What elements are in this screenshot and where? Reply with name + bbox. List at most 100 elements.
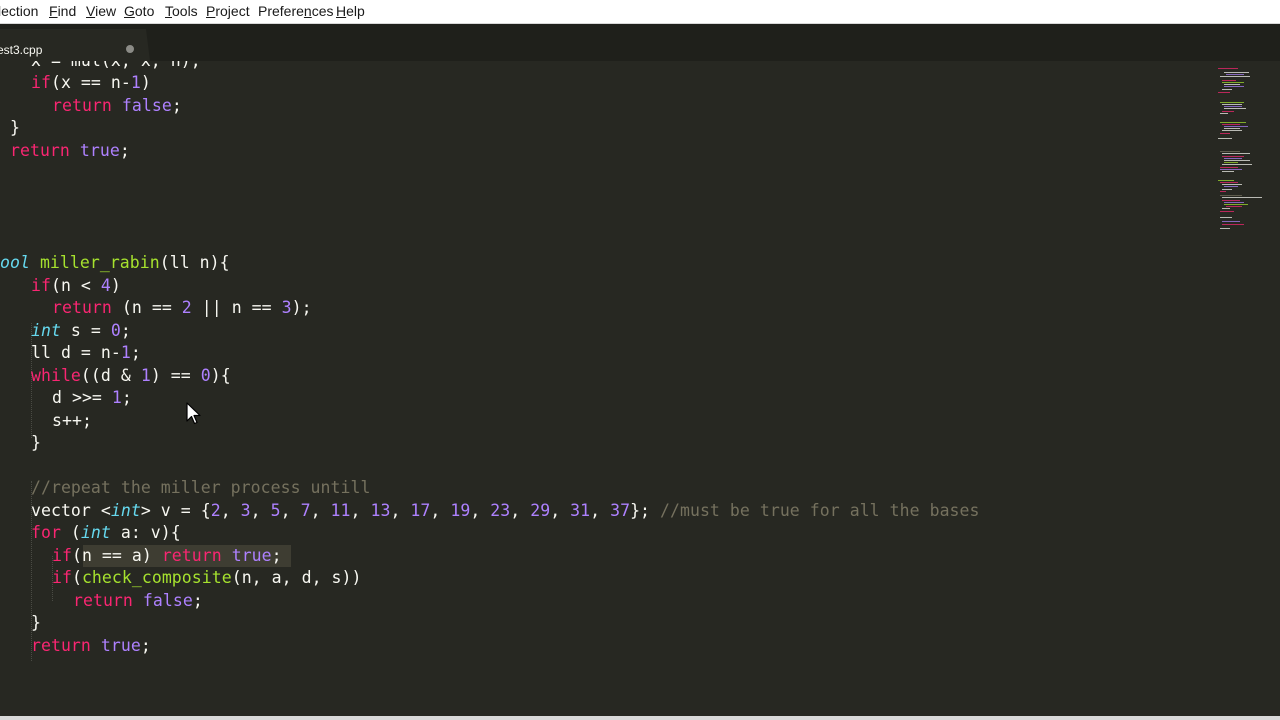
code-line[interactable]: return true; (10, 140, 130, 162)
code-line[interactable]: x = mul(x, x, n); (31, 61, 201, 72)
code-line[interactable]: for (int a: v){ (31, 522, 181, 544)
code-token: for (31, 523, 61, 542)
code-line[interactable]: vector <int> v = {2, 3, 5, 7, 11, 13, 17… (31, 500, 980, 522)
minimap-line (1224, 84, 1240, 86)
code-line[interactable]: if(x == n-1) (31, 72, 151, 94)
code-token: , (280, 501, 301, 520)
code-token: ; (121, 388, 132, 407)
code-line[interactable]: return false; (52, 95, 182, 117)
menu-selection[interactable]: lection (0, 3, 38, 19)
mouse-pointer-icon (186, 402, 201, 425)
menu-tools[interactable]: Tools (165, 3, 198, 19)
menu-label-part: ools (172, 3, 198, 19)
minimap-line (1224, 72, 1249, 73)
minimap-line (1220, 190, 1226, 192)
file-tab[interactable]: est3.cpp (0, 29, 150, 61)
code-token: (n == (111, 298, 182, 317)
menu-preferences[interactable]: Preferences (258, 3, 334, 19)
code-line[interactable]: return true; (31, 635, 151, 657)
menu-label-part: roject (215, 3, 250, 19)
minimap-line (1220, 76, 1250, 78)
code-line[interactable]: s++; (52, 410, 92, 432)
code-line[interactable]: if(n == a) return true; (52, 545, 282, 567)
minimap-line (1222, 164, 1252, 166)
code-line[interactable]: return false; (73, 590, 203, 612)
code-line[interactable]: } (31, 432, 41, 454)
code-line[interactable]: } (31, 612, 41, 634)
code-token: 23 (490, 501, 511, 520)
minimap-line (1224, 186, 1238, 188)
code-line[interactable]: int s = 0; (31, 320, 131, 342)
minimap-line (1222, 208, 1230, 210)
code-token: false (142, 591, 193, 610)
minimap-line (1222, 155, 1244, 157)
code-token: 31 (570, 501, 591, 520)
code-token: , (310, 501, 331, 520)
code-line[interactable]: //repeat the miller process untill (31, 477, 370, 499)
menu-find[interactable]: Find (49, 3, 76, 19)
code-editor[interactable]: x = mul(x, x, n);if(x == n-1)return fals… (0, 61, 1216, 720)
minimap-line (1220, 195, 1242, 197)
code-line[interactable]: if(check_composite(n, a, d, s)) (52, 567, 362, 589)
minimap[interactable] (1216, 61, 1280, 720)
code-line[interactable]: d >>= 1; (52, 387, 132, 409)
minimap-line (1226, 74, 1244, 76)
minimap-line (1224, 160, 1250, 161)
code-token: 2 (210, 501, 221, 520)
code-token: while (31, 366, 81, 385)
code-token: 0 (200, 366, 211, 385)
menu-label-part: ind (57, 3, 77, 19)
minimap-line (1222, 79, 1236, 81)
code-token: ){ (210, 366, 231, 385)
menu-label-part: lection (0, 3, 39, 19)
minimap-line (1222, 197, 1262, 199)
code-token: int (80, 523, 111, 542)
minimap-line (1222, 110, 1234, 112)
minimap-line (1218, 138, 1232, 139)
minimap-line (1224, 204, 1248, 205)
menu-help[interactable]: Help (336, 3, 365, 19)
code-line[interactable]: while((d & 1) == 0){ (31, 365, 231, 387)
code-token: , (510, 501, 531, 520)
code-token: ( (71, 568, 82, 587)
unsaved-dot-icon[interactable] (126, 45, 134, 53)
code-token: || n == (191, 298, 282, 317)
minimap-line (1222, 188, 1232, 190)
minimap-line (1224, 157, 1242, 159)
code-token: , (250, 501, 271, 520)
menu-accelerator: T (165, 3, 172, 19)
menu-accelerator: H (336, 3, 347, 19)
code-token: s++; (52, 411, 92, 430)
code-token: ) == (150, 366, 201, 385)
code-token: , (220, 501, 241, 520)
code-token: , (590, 501, 611, 520)
minimap-line (1222, 81, 1244, 83)
menu-view[interactable]: View (86, 3, 116, 19)
menu-label-part: oto (134, 3, 155, 19)
code-line[interactable]: ll d = n-1; (31, 342, 141, 364)
menu-project[interactable]: Project (206, 3, 250, 19)
code-token: ( (60, 523, 81, 542)
code-line[interactable]: if(n < 4) (31, 275, 121, 297)
code-token: , (390, 501, 411, 520)
code-token: 4 (100, 276, 111, 295)
code-line[interactable]: return (n == 2 || n == 3); (52, 297, 312, 319)
status-bar-edge (0, 716, 1280, 720)
code-token: 2 (181, 298, 192, 317)
code-token: true (79, 141, 120, 160)
menu-goto[interactable]: Goto (124, 3, 154, 19)
minimap-line (1222, 220, 1240, 222)
code-token: 0 (110, 321, 121, 340)
code-token: 13 (370, 501, 391, 520)
minimap-line (1220, 132, 1230, 134)
minimap-line (1224, 201, 1244, 203)
code-token: 29 (530, 501, 551, 520)
code-token: //must be true for all the bases (660, 501, 980, 520)
code-line[interactable]: } (10, 117, 20, 139)
code-line[interactable]: ool miller_rabin(ll n){ (0, 252, 230, 274)
code-token: ; (171, 96, 182, 115)
